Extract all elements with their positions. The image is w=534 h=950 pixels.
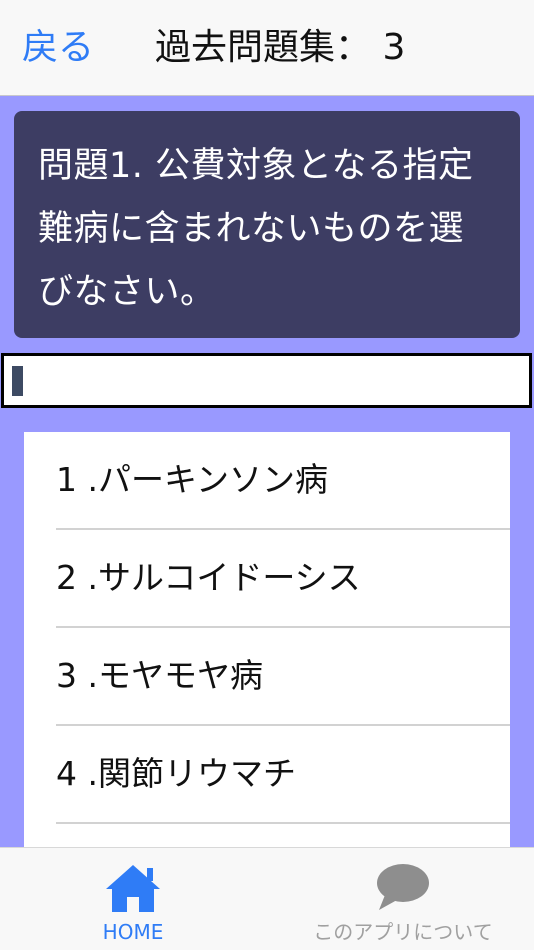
text-cursor — [12, 366, 23, 396]
choice-item-2[interactable]: 2 .サルコイドーシス — [24, 530, 510, 628]
choice-label: 2 .サルコイドーシス — [56, 558, 361, 597]
speech-bubble-icon — [375, 862, 431, 916]
tab-home-label: HOME — [102, 920, 164, 944]
choice-label: 3 .モヤモヤ病 — [56, 656, 263, 695]
tab-about[interactable]: このアプリについて — [290, 848, 516, 950]
question-text: 問題1. 公費対象となる指定難病に含まれないものを選びなさい。 — [38, 146, 474, 312]
choice-label: 4 .関節リウマチ — [56, 754, 296, 793]
home-icon — [103, 862, 163, 918]
answer-input[interactable] — [1, 353, 532, 408]
navigation-bar: 戻る 過去問題集： 3 — [0, 0, 534, 96]
choice-label: 1 .パーキンソン病 — [56, 460, 328, 499]
choice-list: 1 .パーキンソン病 2 .サルコイドーシス 3 .モヤモヤ病 4 .関節リウマ… — [24, 432, 510, 847]
tab-bar: HOME このアプリについて — [0, 847, 534, 950]
back-button[interactable]: 戻る — [22, 26, 94, 70]
question-card: 問題1. 公費対象となる指定難病に含まれないものを選びなさい。 — [14, 111, 520, 338]
choice-item-4[interactable]: 4 .関節リウマチ — [24, 726, 510, 824]
page-title: 過去問題集： 3 — [155, 27, 406, 68]
choice-item-3[interactable]: 3 .モヤモヤ病 — [24, 628, 510, 726]
tab-home[interactable]: HOME — [70, 848, 196, 950]
choice-item-1[interactable]: 1 .パーキンソン病 — [24, 432, 510, 530]
tab-about-label: このアプリについて — [313, 920, 493, 944]
choice-item-5[interactable] — [24, 824, 510, 847]
